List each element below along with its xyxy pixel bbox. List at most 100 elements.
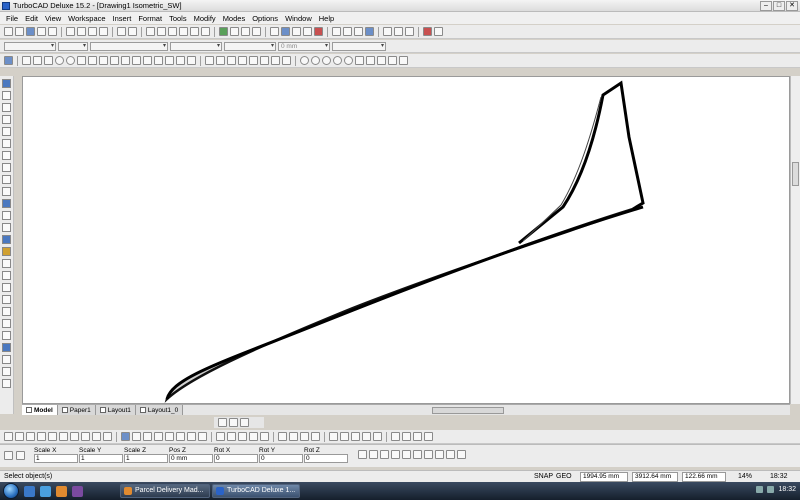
double-line-icon[interactable] xyxy=(2,127,11,136)
print-icon[interactable] xyxy=(37,27,46,36)
font-select[interactable] xyxy=(332,41,386,51)
cut-icon[interactable] xyxy=(66,27,75,36)
lightworks-icon[interactable] xyxy=(329,432,338,441)
menu-modes[interactable]: Modes xyxy=(223,14,246,23)
snap-vertex-icon[interactable] xyxy=(205,56,214,65)
polyline-icon[interactable] xyxy=(2,115,11,124)
spline-tool-icon[interactable] xyxy=(99,56,108,65)
solid-icon[interactable] xyxy=(2,199,11,208)
measure-angle-icon[interactable] xyxy=(402,432,411,441)
break-icon[interactable] xyxy=(103,432,112,441)
menu-file[interactable]: File xyxy=(6,14,18,23)
undo-icon[interactable] xyxy=(117,27,126,36)
hatch-icon[interactable] xyxy=(2,367,11,376)
menu-insert[interactable]: Insert xyxy=(113,14,132,23)
snap-mode-icon[interactable] xyxy=(218,418,227,427)
camera-view-icon[interactable] xyxy=(340,432,349,441)
cylinder-icon[interactable] xyxy=(333,56,342,65)
redo-icon[interactable] xyxy=(128,27,137,36)
tab-paper1[interactable]: Paper1 xyxy=(57,405,96,415)
point-icon[interactable] xyxy=(2,91,11,100)
zoom-window-icon[interactable] xyxy=(168,27,177,36)
close-button[interactable]: ✕ xyxy=(786,1,798,11)
taskbar-button-firefox[interactable]: Parcel Delivery Mad... xyxy=(120,484,210,498)
snap-indicator[interactable]: SNAP xyxy=(534,473,553,480)
menu-window[interactable]: Window xyxy=(285,14,312,23)
material-icon[interactable] xyxy=(423,27,432,36)
snap-tangent-icon[interactable] xyxy=(271,56,280,65)
mesh-icon[interactable] xyxy=(216,432,225,441)
horizontal-scroll-thumb[interactable] xyxy=(432,407,504,414)
rotate-3d-icon[interactable] xyxy=(15,432,24,441)
point-tool-icon[interactable] xyxy=(143,56,152,65)
snap-perpendicular-icon[interactable] xyxy=(260,56,269,65)
tray-clock[interactable]: 18:32 xyxy=(778,486,796,493)
hidden-line-icon[interactable] xyxy=(289,432,298,441)
spline-icon[interactable] xyxy=(2,187,11,196)
face-icon[interactable] xyxy=(198,432,207,441)
text-icon[interactable] xyxy=(2,223,11,232)
menu-workspace[interactable]: Workspace xyxy=(68,14,105,23)
curve-icon[interactable] xyxy=(2,175,11,184)
local-mode-icon[interactable] xyxy=(380,449,389,459)
chamfer-tool-icon[interactable] xyxy=(187,56,196,65)
view-top-icon[interactable] xyxy=(332,27,341,36)
view-front-icon[interactable] xyxy=(354,27,363,36)
redraw-icon[interactable] xyxy=(201,27,210,36)
text-tool-icon[interactable] xyxy=(110,56,119,65)
blend-icon[interactable] xyxy=(176,432,185,441)
fly-icon[interactable] xyxy=(362,432,371,441)
volume-icon[interactable] xyxy=(767,486,775,493)
explode-icon[interactable] xyxy=(81,432,90,441)
menu-tools[interactable]: Tools xyxy=(169,14,187,23)
network-icon[interactable] xyxy=(756,486,764,493)
dimension-tool-icon[interactable] xyxy=(121,56,130,65)
array-icon[interactable] xyxy=(48,432,57,441)
media-icon[interactable] xyxy=(72,485,83,497)
rotate-icon[interactable] xyxy=(4,432,13,441)
vertical-scroll-thumb[interactable] xyxy=(792,162,799,186)
offset-icon[interactable] xyxy=(59,432,68,441)
render-quality-icon[interactable] xyxy=(311,432,320,441)
stretch-icon[interactable] xyxy=(70,432,79,441)
snap-mode3-icon[interactable] xyxy=(240,418,249,427)
mesh-split-icon[interactable] xyxy=(260,432,269,441)
arc-icon[interactable] xyxy=(2,163,11,172)
new-file-icon[interactable] xyxy=(4,27,13,36)
relative-mode-icon[interactable] xyxy=(402,449,411,459)
render-icon[interactable] xyxy=(314,27,323,36)
pan-icon[interactable] xyxy=(190,27,199,36)
drawing-canvas[interactable] xyxy=(22,76,790,404)
luminance-icon[interactable] xyxy=(373,432,382,441)
inspector-menu-icon[interactable] xyxy=(4,451,13,460)
box-icon[interactable] xyxy=(344,56,353,65)
extend-tool-icon[interactable] xyxy=(165,56,174,65)
copy-icon[interactable] xyxy=(77,27,86,36)
light-icon[interactable] xyxy=(2,355,11,364)
snap-mode2-icon[interactable] xyxy=(229,418,238,427)
menu-options[interactable]: Options xyxy=(252,14,278,23)
surface-icon[interactable] xyxy=(2,319,11,328)
blocks-icon[interactable] xyxy=(252,27,261,36)
minimize-button[interactable]: – xyxy=(760,1,772,11)
revolve-icon[interactable] xyxy=(377,56,386,65)
line-style-select[interactable] xyxy=(90,41,168,51)
chamfer-3d-icon[interactable] xyxy=(187,432,196,441)
wireframe-icon[interactable] xyxy=(278,432,287,441)
scale-y-input[interactable]: 1 xyxy=(79,454,123,463)
mesh-edit-icon[interactable] xyxy=(227,432,236,441)
keep-original-icon[interactable] xyxy=(457,449,466,459)
rot-y-input[interactable]: 0 xyxy=(259,454,303,463)
open-file-icon[interactable] xyxy=(15,27,24,36)
rot-z-input[interactable]: 0 xyxy=(304,454,348,463)
thickness-input[interactable]: 0 mm xyxy=(278,41,330,51)
save-icon[interactable] xyxy=(26,27,35,36)
color-select[interactable] xyxy=(58,41,88,51)
tab-layout1-0[interactable]: Layout1_0 xyxy=(135,405,184,415)
app-icon[interactable] xyxy=(2,1,10,10)
grid-icon[interactable] xyxy=(281,27,290,36)
tab-model[interactable]: Model xyxy=(22,405,58,415)
check-icon[interactable] xyxy=(270,27,279,36)
vertical-scrollbar[interactable] xyxy=(790,76,800,404)
circle-tool-icon[interactable] xyxy=(55,56,64,65)
